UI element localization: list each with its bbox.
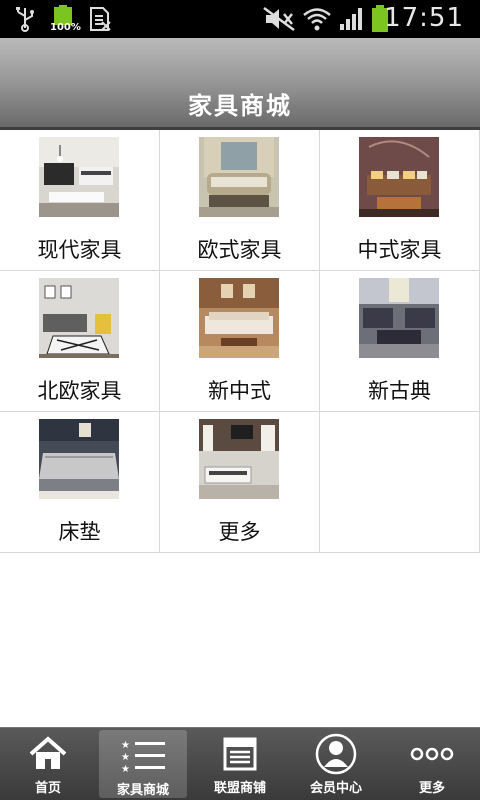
mute-icon <box>262 6 296 32</box>
chinese-furniture-image <box>359 137 439 217</box>
nav-more-label: 更多 <box>418 781 445 796</box>
category-label: 北欧家具 <box>37 379 122 403</box>
status-bar: 100% 17:51 <box>0 0 480 38</box>
wifi-icon <box>302 6 332 32</box>
clock: 17:51 <box>384 3 464 33</box>
mattress-image <box>39 419 119 499</box>
nav-mall[interactable]: ★ ★ ★ 家具商城 <box>99 730 187 798</box>
category-label: 中式家具 <box>357 238 442 262</box>
more-image <box>199 419 279 499</box>
sim-icon <box>88 6 112 32</box>
battery-percent: 100% <box>50 22 81 33</box>
category-item[interactable]: 欧式家具 <box>160 130 320 271</box>
usb-icon <box>14 6 36 32</box>
category-item[interactable]: 新中式 <box>160 271 320 412</box>
empty-cell <box>320 412 480 553</box>
bottom-nav: 首页 ★ ★ ★ 家具商城 联盟商铺 会员中心 更多 <box>0 727 480 800</box>
category-label: 床垫 <box>58 520 101 544</box>
more-dots-icon <box>384 734 480 774</box>
category-item[interactable]: 更多 <box>160 412 320 553</box>
svg-text:★: ★ <box>121 764 130 774</box>
category-label: 新古典 <box>368 379 431 403</box>
new-chinese-image <box>199 278 279 358</box>
user-icon <box>288 733 384 775</box>
home-icon <box>0 734 96 774</box>
category-item[interactable]: 现代家具 <box>0 130 160 271</box>
category-item[interactable]: 床垫 <box>0 412 160 553</box>
category-label: 更多 <box>218 520 261 544</box>
nav-shops-label: 联盟商铺 <box>213 781 266 796</box>
european-furniture-image <box>199 137 279 217</box>
neoclassical-image <box>359 278 439 358</box>
modern-furniture-image <box>39 137 119 217</box>
category-grid: 现代家具 欧式家具 中式家具 北欧家具 新中式 新古典 床垫 更多 <box>0 130 480 553</box>
svg-text:★: ★ <box>121 752 130 763</box>
nordic-furniture-image <box>39 278 119 358</box>
category-item[interactable]: 北欧家具 <box>0 271 160 412</box>
nav-member-label: 会员中心 <box>309 781 362 796</box>
category-label: 欧式家具 <box>197 238 282 262</box>
nav-more[interactable]: 更多 <box>384 728 480 800</box>
svg-text:★: ★ <box>121 740 130 751</box>
nav-mall-label: 家具商城 <box>116 783 169 798</box>
category-label: 现代家具 <box>37 238 122 262</box>
page-title: 家具商城 <box>188 92 292 120</box>
header-bar: 家具商城 <box>0 38 480 130</box>
nav-home-label: 首页 <box>34 781 61 796</box>
list-icon: ★ ★ ★ <box>99 736 187 776</box>
nav-home[interactable]: 首页 <box>0 728 96 800</box>
category-item[interactable]: 新古典 <box>320 271 480 412</box>
signal-icon <box>338 6 364 32</box>
category-label: 新中式 <box>208 379 271 403</box>
category-item[interactable]: 中式家具 <box>320 130 480 271</box>
shop-icon <box>192 734 288 774</box>
nav-shops[interactable]: 联盟商铺 <box>192 728 288 800</box>
nav-member[interactable]: 会员中心 <box>288 728 384 800</box>
